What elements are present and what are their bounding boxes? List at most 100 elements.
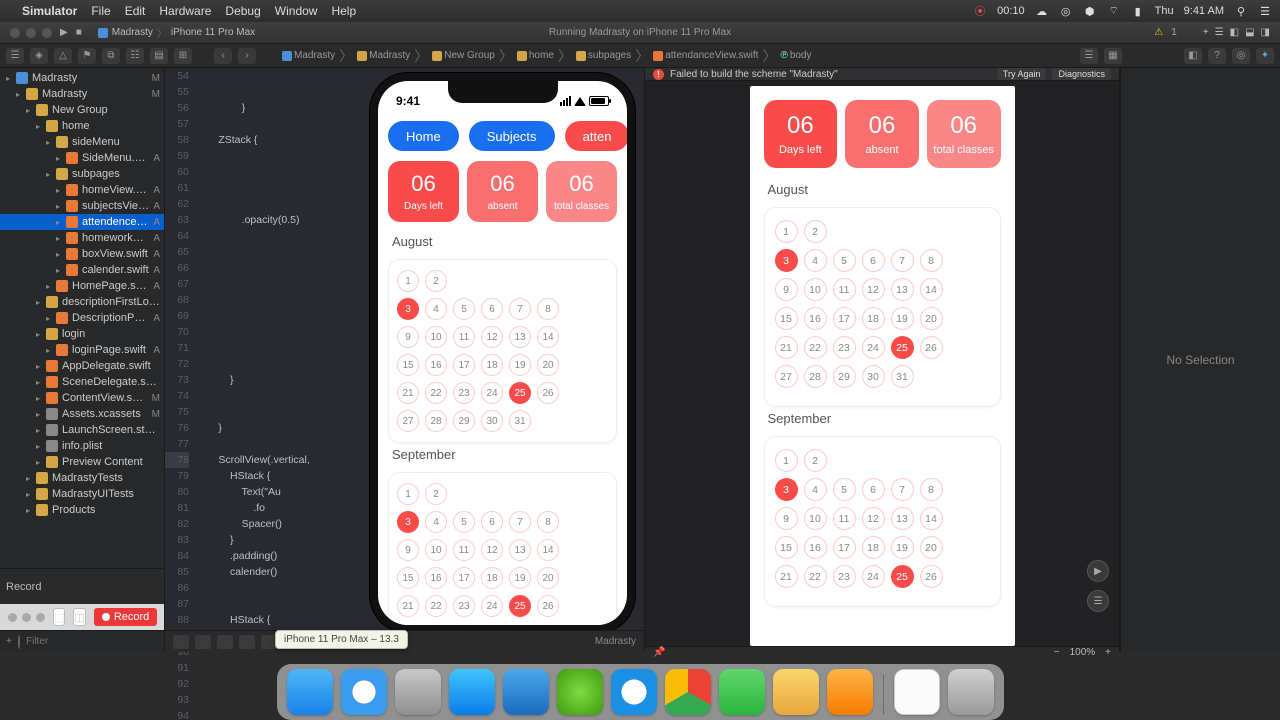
nav-item[interactable]: ▸Preview Content — [0, 454, 164, 470]
nav-item[interactable]: ▸home — [0, 118, 164, 134]
calendar-day[interactable]: 3 — [775, 478, 798, 501]
nav-selector-icon[interactable]: ☰ — [6, 48, 24, 64]
calendar-day[interactable]: 10 — [425, 326, 447, 348]
calendar-day[interactable]: 1 — [775, 449, 798, 472]
calendar-day[interactable]: 4 — [425, 511, 447, 533]
nav-icon2[interactable]: ◈ — [30, 48, 48, 64]
calendar-day[interactable]: 22 — [425, 382, 447, 404]
dock-settings[interactable] — [395, 669, 441, 715]
calendar-day[interactable]: 16 — [425, 567, 447, 589]
nav-item[interactable]: ▸homeworkView.swiftA — [0, 230, 164, 246]
nav-item[interactable]: ▸Assets.xcassetsM — [0, 406, 164, 422]
traffic-lights[interactable] — [10, 28, 52, 38]
calendar-day[interactable]: 15 — [775, 536, 798, 559]
calendar-day[interactable]: 12 — [862, 278, 885, 301]
calendar-day[interactable]: 13 — [891, 278, 914, 301]
nav-item[interactable]: ▸Products — [0, 502, 164, 518]
calendar-day[interactable]: 6 — [862, 478, 885, 501]
calendar-day[interactable]: 2 — [804, 220, 827, 243]
nav-item[interactable]: ▸homeView.swiftA — [0, 182, 164, 198]
panel-right-button[interactable]: ◨ — [1261, 27, 1270, 38]
nav-icon8[interactable]: ⊞ — [174, 48, 192, 64]
calendar-day[interactable]: 10 — [425, 539, 447, 561]
calendar-day[interactable]: 31 — [509, 410, 531, 432]
calendar-day[interactable]: 9 — [775, 507, 798, 530]
calendar-day[interactable]: 15 — [397, 354, 419, 376]
dock-notes[interactable] — [773, 669, 819, 715]
dock-finder[interactable] — [287, 669, 333, 715]
dock-utorrent[interactable] — [557, 669, 603, 715]
dock-document[interactable] — [894, 669, 940, 715]
menu-window[interactable]: Window — [275, 4, 318, 18]
canvas-button[interactable]: ▦ — [1104, 48, 1122, 64]
calendar-day[interactable]: 26 — [920, 336, 943, 359]
calendar-day[interactable]: 16 — [804, 307, 827, 330]
calendar-day[interactable]: 20 — [537, 567, 559, 589]
calendar-day[interactable]: 4 — [425, 298, 447, 320]
nav-item[interactable]: ▸MadrastyM — [0, 86, 164, 102]
calendar-day[interactable]: 13 — [509, 539, 531, 561]
calendar-day[interactable]: 16 — [804, 536, 827, 559]
insp-tab4[interactable]: ✦ — [1256, 48, 1274, 64]
dock-trash[interactable] — [948, 669, 994, 715]
calendar-day[interactable]: 4 — [804, 249, 827, 272]
nav-item[interactable]: ▸LaunchScreen.storyboard — [0, 422, 164, 438]
calendar-day[interactable]: 4 — [804, 478, 827, 501]
calendar-day[interactable]: 22 — [425, 595, 447, 617]
calendar-day[interactable]: 17 — [833, 307, 856, 330]
zoom-in-button[interactable]: + — [1105, 647, 1111, 658]
calendar-day[interactable]: 13 — [891, 507, 914, 530]
nav-icon7[interactable]: ▤ — [150, 48, 168, 64]
menu-debug[interactable]: Debug — [225, 4, 260, 18]
insp-tab2[interactable]: ? — [1208, 48, 1226, 64]
nav-item[interactable]: ▸descriptionFirstLogin — [0, 294, 164, 310]
panel-bottom-button[interactable]: ⬓ — [1245, 27, 1254, 38]
nav-item[interactable]: ▸New Group — [0, 102, 164, 118]
calendar-day[interactable]: 19 — [509, 354, 531, 376]
calendar-day[interactable]: 19 — [891, 536, 914, 559]
calendar-day[interactable]: 10 — [804, 278, 827, 301]
calendar-day[interactable]: 14 — [920, 278, 943, 301]
editor-layout-button[interactable]: ☰ — [1080, 48, 1098, 64]
calendar-day[interactable]: 16 — [425, 354, 447, 376]
nav-item[interactable]: ▸loginPage.swiftA — [0, 342, 164, 358]
dbg-btn2[interactable] — [195, 635, 211, 649]
dbg-btn1[interactable] — [173, 635, 189, 649]
nav-item[interactable]: ▸MadrastyM — [0, 70, 164, 86]
calendar-day[interactable]: 25 — [891, 565, 914, 588]
back-button[interactable]: ‹ — [214, 48, 232, 64]
calendar-day[interactable]: 18 — [862, 536, 885, 559]
calendar-day[interactable]: 24 — [481, 382, 503, 404]
calendar-day[interactable]: 3 — [397, 511, 419, 533]
add-target-button[interactable]: + — [6, 636, 12, 647]
calendar-day[interactable]: 29 — [453, 410, 475, 432]
filter-scope-button[interactable] — [18, 635, 20, 649]
device-name[interactable]: iPhone 11 Pro Max — [171, 27, 255, 38]
dock-safari[interactable] — [341, 669, 387, 715]
calendar-day[interactable]: 23 — [833, 336, 856, 359]
try-again-button[interactable]: Try Again — [997, 68, 1047, 80]
calendar-day[interactable]: 22 — [804, 565, 827, 588]
preview-canvas[interactable]: 06Days left06absent06total classesAugust… — [645, 81, 1119, 646]
calendar-day[interactable]: 9 — [397, 326, 419, 348]
zoom-out-button[interactable]: − — [1054, 647, 1060, 658]
nav-icon3[interactable]: △ — [54, 48, 72, 64]
calendar-day[interactable]: 7 — [509, 298, 531, 320]
nav-item[interactable]: ▸subpages — [0, 166, 164, 182]
calendar-day[interactable]: 26 — [920, 565, 943, 588]
calendar-day[interactable]: 25 — [509, 595, 531, 617]
nav-item[interactable]: ▸attendenceView.swiftA — [0, 214, 164, 230]
calendar-day[interactable]: 5 — [833, 478, 856, 501]
nav-item[interactable]: ▸AppDelegate.swift — [0, 358, 164, 374]
calendar-day[interactable]: 18 — [862, 307, 885, 330]
calendar-day[interactable]: 28 — [804, 365, 827, 388]
editor-options-button[interactable]: ☰ — [1215, 27, 1224, 38]
calendar-day[interactable]: 5 — [453, 298, 475, 320]
calendar-day[interactable]: 24 — [481, 595, 503, 617]
calendar-day[interactable]: 6 — [862, 249, 885, 272]
calendar-day[interactable]: 20 — [920, 307, 943, 330]
nav-item[interactable]: ▸DescriptionPage.swiftA — [0, 310, 164, 326]
scheme-name[interactable]: Madrasty — [112, 27, 153, 38]
calendar-day[interactable]: 7 — [891, 478, 914, 501]
breadcrumb[interactable]: Madrasty〉 Madrasty〉 New Group〉 home〉 sub… — [282, 50, 812, 61]
